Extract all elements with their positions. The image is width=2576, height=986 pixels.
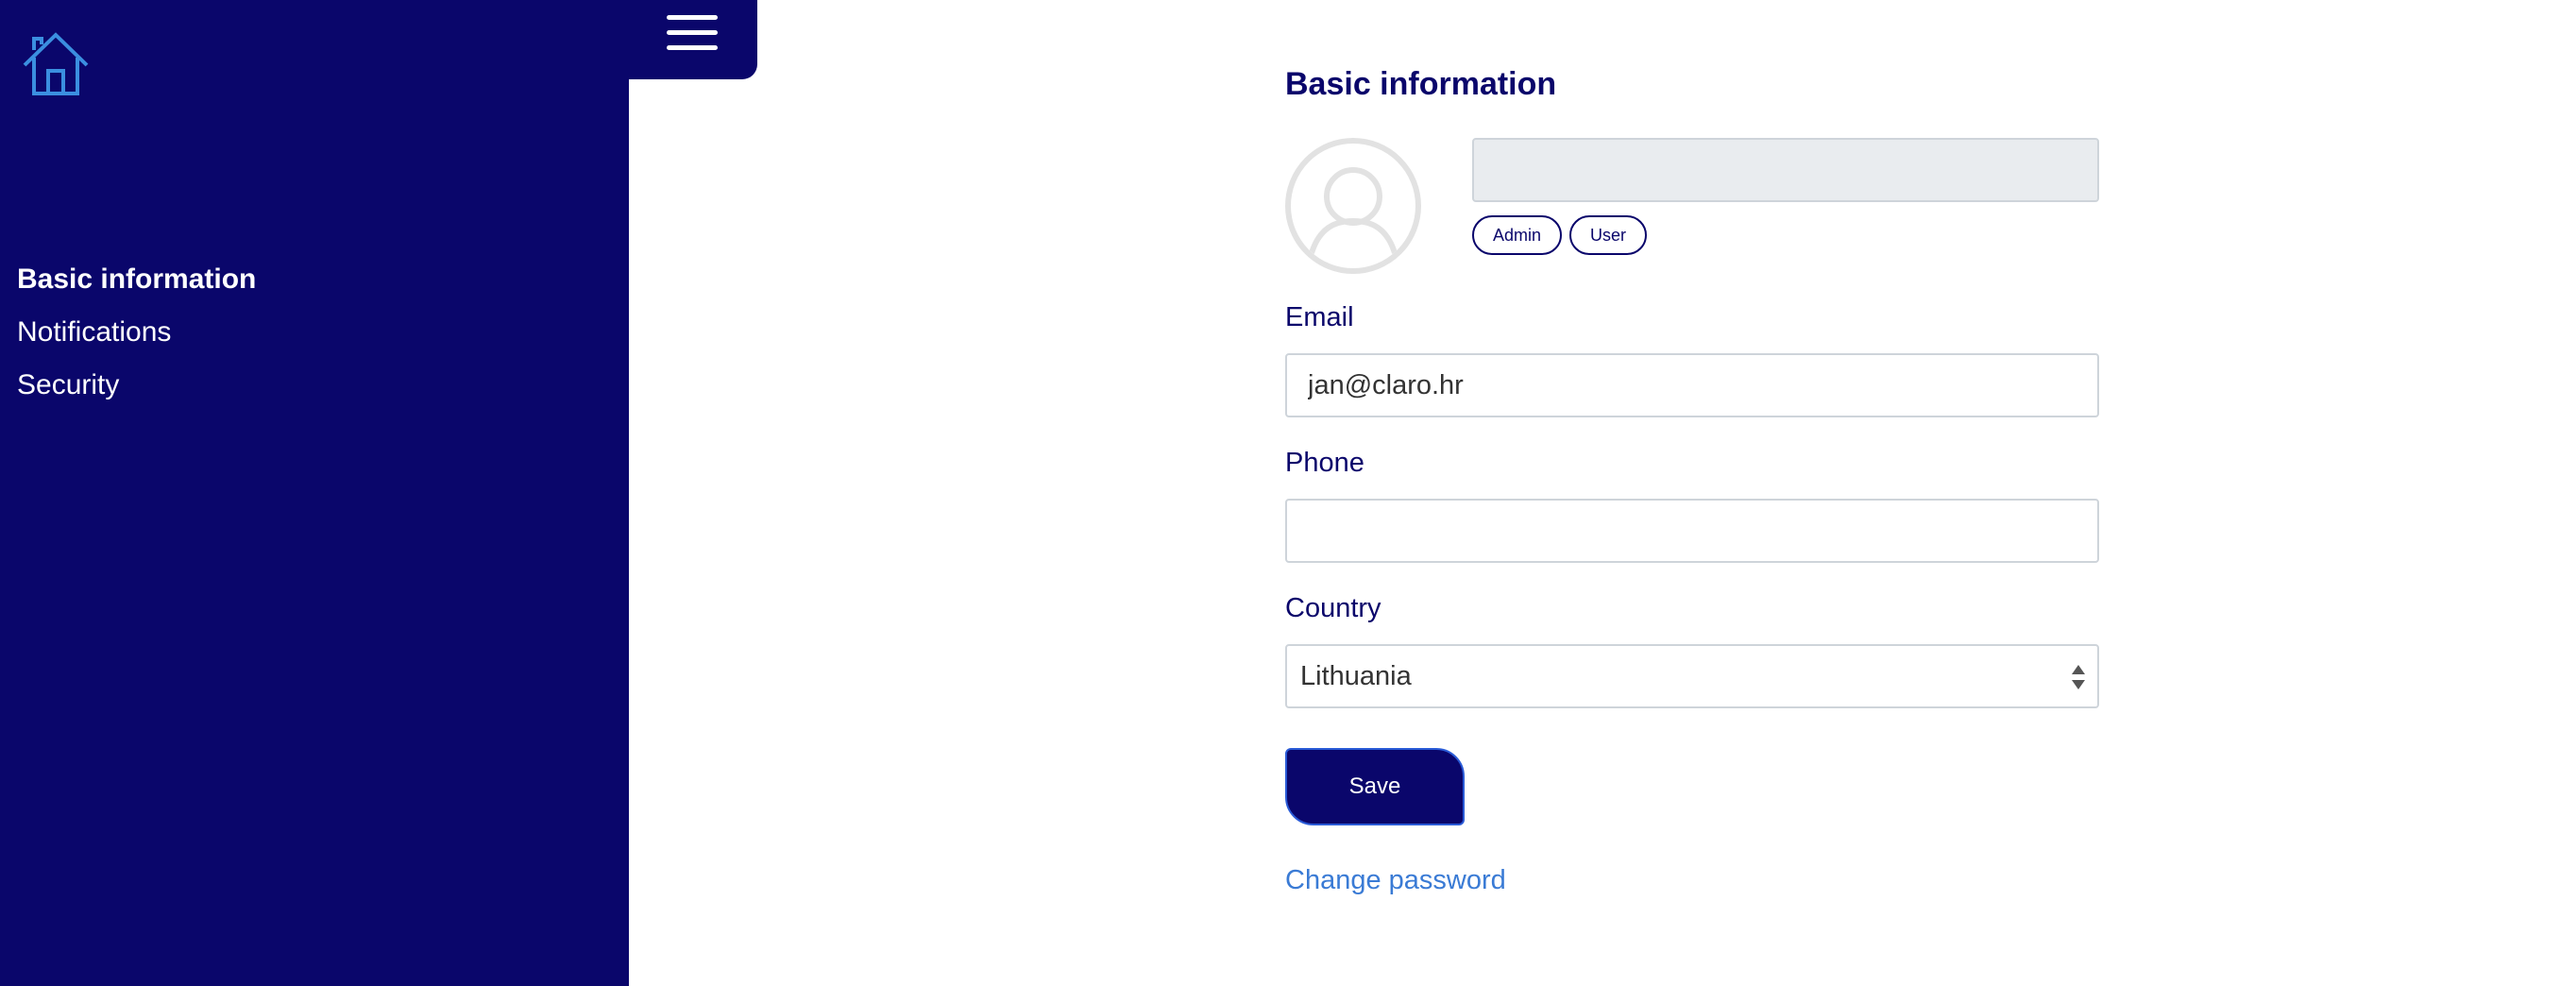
email-field[interactable] <box>1285 353 2099 417</box>
change-password-link[interactable]: Change password <box>1285 865 1506 896</box>
select-arrows-icon <box>2072 665 2085 689</box>
name-field <box>1472 138 2099 202</box>
country-select-value: Lithuania <box>1300 661 1412 691</box>
save-button[interactable]: Save <box>1285 748 1465 825</box>
page-title: Basic information <box>1285 66 1557 102</box>
sidebar-item-basic-information[interactable]: Basic information <box>17 253 256 306</box>
phone-label: Phone <box>1285 448 1364 478</box>
sidebar-nav: Basic information Notifications Security <box>17 253 256 412</box>
home-icon[interactable] <box>21 31 91 97</box>
hamburger-menu-button[interactable] <box>629 0 757 79</box>
sidebar-item-notifications[interactable]: Notifications <box>17 306 256 359</box>
sidebar: Basic information Notifications Security <box>0 0 629 986</box>
role-tag-admin[interactable]: Admin <box>1472 215 1563 255</box>
avatar[interactable] <box>1285 138 1421 274</box>
sidebar-item-security[interactable]: Security <box>17 359 256 412</box>
phone-field[interactable] <box>1285 499 2099 563</box>
country-label: Country <box>1285 593 1381 623</box>
country-select[interactable]: Lithuania <box>1285 644 2099 708</box>
role-tags: Admin User <box>1472 215 1648 255</box>
email-label: Email <box>1285 302 1354 332</box>
role-tag-user[interactable]: User <box>1569 215 1648 255</box>
user-avatar-icon <box>1309 167 1398 254</box>
hamburger-menu-icon <box>667 15 718 50</box>
